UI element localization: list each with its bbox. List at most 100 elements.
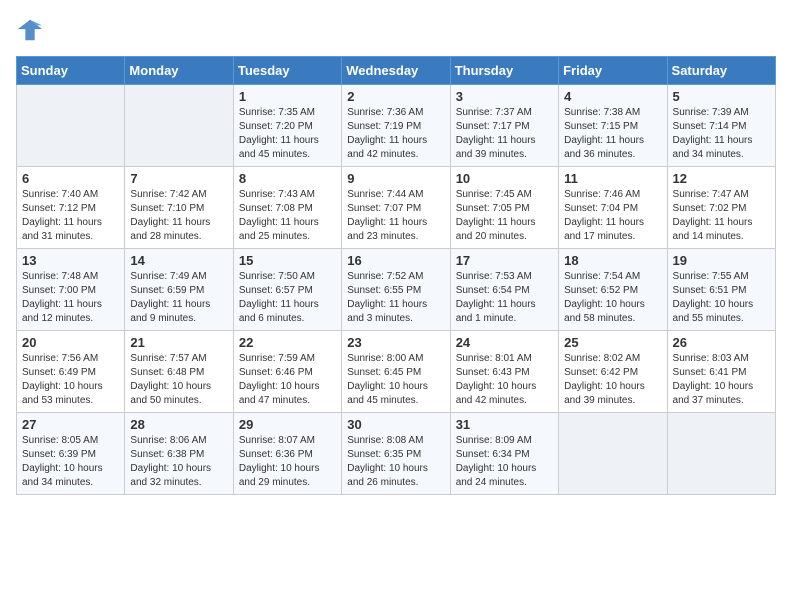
day-info: Sunrise: 8:02 AM Sunset: 6:42 PM Dayligh… [564,352,661,408]
calendar-cell: 27 Sunrise: 8:05 AM Sunset: 6:39 PM Dayli… [17,413,125,495]
page-header [16,16,776,44]
day-info: Sunrise: 7:53 AM Sunset: 6:54 PM Dayligh… [456,270,553,326]
calendar-cell [125,85,233,167]
header-day: Sunday [17,57,125,85]
day-info: Sunrise: 7:45 AM Sunset: 7:05 PM Dayligh… [456,188,553,244]
day-number: 20 [22,335,119,350]
day-info: Sunrise: 7:47 AM Sunset: 7:02 PM Dayligh… [673,188,770,244]
day-number: 15 [239,253,336,268]
day-number: 12 [673,171,770,186]
day-info: Sunrise: 7:38 AM Sunset: 7:15 PM Dayligh… [564,106,661,162]
day-number: 9 [347,171,444,186]
day-info: Sunrise: 7:54 AM Sunset: 6:52 PM Dayligh… [564,270,661,326]
calendar-cell: 6 Sunrise: 7:40 AM Sunset: 7:12 PM Daylig… [17,167,125,249]
day-number: 5 [673,89,770,104]
day-info: Sunrise: 7:40 AM Sunset: 7:12 PM Dayligh… [22,188,119,244]
calendar-cell: 11Sunrise: 7:46 AM Sunset: 7:04 PM Dayli… [559,167,667,249]
calendar-cell: 3 Sunrise: 7:37 AM Sunset: 7:17 PM Daylig… [450,85,558,167]
calendar-cell: 29 Sunrise: 8:07 AM Sunset: 6:36 PM Dayli… [233,413,341,495]
calendar-week-row: 1 Sunrise: 7:35 AM Sunset: 7:20 PM Daylig… [17,85,776,167]
day-info: Sunrise: 7:57 AM Sunset: 6:48 PM Dayligh… [130,352,227,408]
day-info: Sunrise: 7:39 AM Sunset: 7:14 PM Dayligh… [673,106,770,162]
calendar-cell: 20 Sunrise: 7:56 AM Sunset: 6:49 PM Dayli… [17,331,125,413]
day-number: 6 [22,171,119,186]
day-number: 4 [564,89,661,104]
calendar-cell: 21 Sunrise: 7:57 AM Sunset: 6:48 PM Dayli… [125,331,233,413]
day-info: Sunrise: 7:35 AM Sunset: 7:20 PM Dayligh… [239,106,336,162]
calendar-cell: 13 Sunrise: 7:48 AM Sunset: 7:00 PM Dayli… [17,249,125,331]
day-info: Sunrise: 7:56 AM Sunset: 6:49 PM Dayligh… [22,352,119,408]
calendar-cell: 23 Sunrise: 8:00 AM Sunset: 6:45 PM Dayli… [342,331,450,413]
day-info: Sunrise: 8:06 AM Sunset: 6:38 PM Dayligh… [130,434,227,490]
day-number: 19 [673,253,770,268]
day-info: Sunrise: 7:44 AM Sunset: 7:07 PM Dayligh… [347,188,444,244]
logo-icon [16,16,44,44]
day-info: Sunrise: 8:07 AM Sunset: 6:36 PM Dayligh… [239,434,336,490]
day-number: 16 [347,253,444,268]
calendar-cell: 26 Sunrise: 8:03 AM Sunset: 6:41 PM Dayli… [667,331,775,413]
calendar-week-row: 27 Sunrise: 8:05 AM Sunset: 6:39 PM Dayli… [17,413,776,495]
calendar-cell: 8 Sunrise: 7:43 AM Sunset: 7:08 PM Daylig… [233,167,341,249]
day-info: Sunrise: 7:37 AM Sunset: 7:17 PM Dayligh… [456,106,553,162]
day-info: Sunrise: 7:43 AM Sunset: 7:08 PM Dayligh… [239,188,336,244]
calendar-week-row: 6 Sunrise: 7:40 AM Sunset: 7:12 PM Daylig… [17,167,776,249]
day-number: 13 [22,253,119,268]
day-number: 28 [130,417,227,432]
calendar-cell [667,413,775,495]
day-number: 14 [130,253,227,268]
day-info: Sunrise: 7:55 AM Sunset: 6:51 PM Dayligh… [673,270,770,326]
calendar-cell: 1 Sunrise: 7:35 AM Sunset: 7:20 PM Daylig… [233,85,341,167]
calendar-cell: 10 Sunrise: 7:45 AM Sunset: 7:05 PM Dayli… [450,167,558,249]
header-row: SundayMondayTuesdayWednesdayThursdayFrid… [17,57,776,85]
day-number: 3 [456,89,553,104]
calendar-cell: 15 Sunrise: 7:50 AM Sunset: 6:57 PM Dayli… [233,249,341,331]
day-number: 8 [239,171,336,186]
day-number: 10 [456,171,553,186]
day-info: Sunrise: 8:00 AM Sunset: 6:45 PM Dayligh… [347,352,444,408]
calendar-cell: 18 Sunrise: 7:54 AM Sunset: 6:52 PM Dayli… [559,249,667,331]
day-info: Sunrise: 8:03 AM Sunset: 6:41 PM Dayligh… [673,352,770,408]
day-number: 17 [456,253,553,268]
calendar-week-row: 20 Sunrise: 7:56 AM Sunset: 6:49 PM Dayli… [17,331,776,413]
day-info: Sunrise: 7:36 AM Sunset: 7:19 PM Dayligh… [347,106,444,162]
day-number: 7 [130,171,227,186]
day-info: Sunrise: 8:05 AM Sunset: 6:39 PM Dayligh… [22,434,119,490]
day-info: Sunrise: 7:49 AM Sunset: 6:59 PM Dayligh… [130,270,227,326]
calendar-cell: 31 Sunrise: 8:09 AM Sunset: 6:34 PM Dayli… [450,413,558,495]
calendar-cell: 30 Sunrise: 8:08 AM Sunset: 6:35 PM Dayli… [342,413,450,495]
day-number: 31 [456,417,553,432]
day-info: Sunrise: 8:08 AM Sunset: 6:35 PM Dayligh… [347,434,444,490]
day-number: 29 [239,417,336,432]
calendar-cell: 17 Sunrise: 7:53 AM Sunset: 6:54 PM Dayli… [450,249,558,331]
day-number: 21 [130,335,227,350]
calendar-cell: 28 Sunrise: 8:06 AM Sunset: 6:38 PM Dayli… [125,413,233,495]
calendar-week-row: 13 Sunrise: 7:48 AM Sunset: 7:00 PM Dayli… [17,249,776,331]
day-number: 2 [347,89,444,104]
day-number: 30 [347,417,444,432]
calendar-cell: 12 Sunrise: 7:47 AM Sunset: 7:02 PM Dayli… [667,167,775,249]
calendar-cell: 7 Sunrise: 7:42 AM Sunset: 7:10 PM Daylig… [125,167,233,249]
calendar-cell [17,85,125,167]
day-info: Sunrise: 7:42 AM Sunset: 7:10 PM Dayligh… [130,188,227,244]
header-day: Tuesday [233,57,341,85]
calendar-table: SundayMondayTuesdayWednesdayThursdayFrid… [16,56,776,495]
day-number: 22 [239,335,336,350]
header-day: Thursday [450,57,558,85]
calendar-cell: 14 Sunrise: 7:49 AM Sunset: 6:59 PM Dayli… [125,249,233,331]
day-number: 1 [239,89,336,104]
day-info: Sunrise: 7:50 AM Sunset: 6:57 PM Dayligh… [239,270,336,326]
calendar-cell: 5 Sunrise: 7:39 AM Sunset: 7:14 PM Daylig… [667,85,775,167]
day-number: 27 [22,417,119,432]
header-day: Wednesday [342,57,450,85]
header-day: Friday [559,57,667,85]
day-info: Sunrise: 8:09 AM Sunset: 6:34 PM Dayligh… [456,434,553,490]
calendar-cell: 25Sunrise: 8:02 AM Sunset: 6:42 PM Dayli… [559,331,667,413]
day-info: Sunrise: 7:59 AM Sunset: 6:46 PM Dayligh… [239,352,336,408]
calendar-cell: 19 Sunrise: 7:55 AM Sunset: 6:51 PM Dayli… [667,249,775,331]
calendar-cell: 22 Sunrise: 7:59 AM Sunset: 6:46 PM Dayli… [233,331,341,413]
day-info: Sunrise: 7:48 AM Sunset: 7:00 PM Dayligh… [22,270,119,326]
day-number: 26 [673,335,770,350]
day-number: 23 [347,335,444,350]
calendar-cell [559,413,667,495]
day-number: 18 [564,253,661,268]
